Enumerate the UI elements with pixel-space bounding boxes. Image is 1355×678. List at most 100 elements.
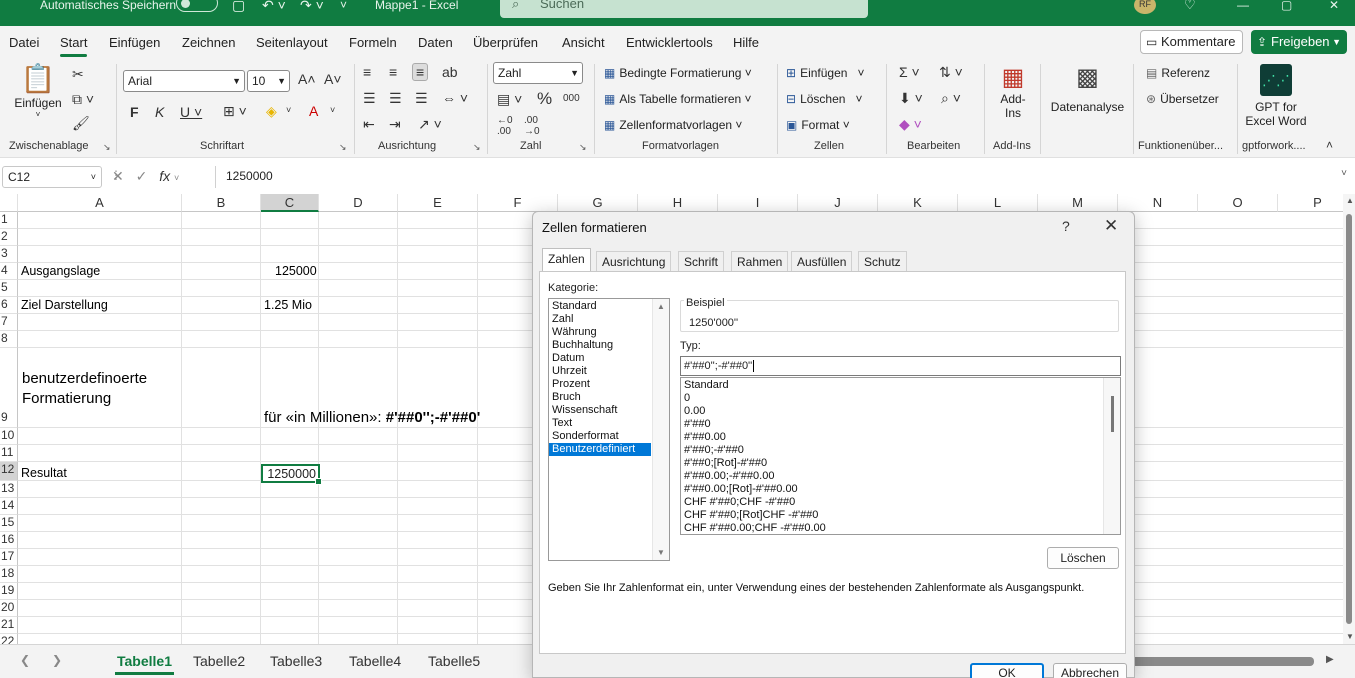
tab-ansicht[interactable]: Ansicht [562, 35, 605, 50]
underline-icon[interactable]: U ˅ [180, 104, 202, 120]
column-header-m[interactable]: M [1038, 194, 1118, 212]
list-item[interactable]: 0.00 [684, 405, 705, 418]
column-header-i[interactable]: I [718, 194, 798, 212]
help-icon[interactable]: ? [1062, 218, 1070, 234]
row-header[interactable]: 18 [0, 566, 18, 583]
italic-icon[interactable]: K [155, 104, 164, 120]
tab-hilfe[interactable]: Hilfe [733, 35, 759, 50]
row-header[interactable]: 5 [0, 280, 18, 297]
copy-icon[interactable]: ⧉ ˅ [72, 91, 94, 108]
find-icon[interactable]: ⌕ ˅ [941, 90, 961, 107]
list-item[interactable]: Text [549, 417, 651, 430]
active-cell-c12[interactable]: 1250000 [261, 464, 322, 485]
addins-button[interactable]: ▦ Add- Ins [996, 64, 1030, 120]
scroll-up-icon[interactable]: ▲ [657, 302, 665, 311]
row-header[interactable]: 21 [0, 617, 18, 634]
cancel-button[interactable]: Abbrechen [1053, 663, 1127, 678]
increase-decimal-icon[interactable]: ←0.00 [497, 115, 513, 137]
column-header-b[interactable]: B [182, 194, 261, 212]
clear-icon[interactable]: ◆ ˅ [899, 116, 922, 133]
function-icon[interactable]: fx [159, 168, 170, 184]
cell-a9-line2[interactable]: Formatierung [22, 390, 111, 407]
tab-formeln[interactable]: Formeln [349, 35, 397, 50]
tab-daten[interactable]: Daten [418, 35, 453, 50]
insert-cells-button[interactable]: ⊞ Einfügen ˅ [786, 66, 864, 80]
launcher-icon[interactable]: ↘ [103, 142, 111, 153]
cell-c9[interactable]: für «in Millionen»: #'##0'';-#'##0' [264, 409, 480, 426]
list-item[interactable]: Datum [549, 352, 651, 365]
tab-start[interactable]: Start [60, 35, 88, 57]
confirm-icon[interactable]: ✓ [136, 168, 148, 184]
category-list[interactable]: Standard Zahl Währung Buchhaltung Datum … [548, 298, 670, 561]
row-header[interactable]: 9 [0, 348, 18, 428]
lightbulb-icon[interactable]: ♡ [1184, 0, 1196, 11]
column-header-o[interactable]: O [1198, 194, 1278, 212]
cell-a6[interactable]: Ziel Darstellung [21, 298, 108, 312]
row-header[interactable]: 19 [0, 583, 18, 600]
list-item[interactable]: Uhrzeit [549, 365, 651, 378]
column-header-h[interactable]: H [638, 194, 718, 212]
decrease-decimal-icon[interactable]: .00 →0 [524, 115, 540, 137]
wrap-text-icon[interactable]: ab [442, 64, 458, 80]
sheet-tab-tabelle2[interactable]: Tabelle2 [193, 653, 245, 669]
cell-c6[interactable]: 1.25 Mio [264, 298, 312, 312]
column-header-n[interactable]: N [1118, 194, 1198, 212]
format-painter-icon[interactable]: 🖌 [72, 115, 90, 132]
dialog-tab-schutz[interactable]: Schutz [858, 251, 907, 272]
align-left-icon[interactable]: ☰ [363, 90, 376, 107]
row-header[interactable]: 16 [0, 532, 18, 549]
row-header[interactable]: 22 [0, 634, 18, 644]
name-box[interactable]: C12 ˅ [2, 166, 102, 188]
cell-a4[interactable]: Ausgangslage [21, 264, 100, 278]
row-header[interactable]: 14 [0, 498, 18, 515]
search-box[interactable]: ⌕ Suchen [500, 0, 868, 18]
dialog-tab-ausrichtung[interactable]: Ausrichtung [596, 251, 672, 272]
chevron-down-icon[interactable]: ˅ [286, 105, 291, 115]
sheet-tab-tabelle1[interactable]: Tabelle1 [115, 653, 174, 675]
list-item[interactable]: Buchhaltung [549, 339, 651, 352]
row-header[interactable]: 12 [0, 462, 18, 481]
chevron-down-icon[interactable]: ˅ [174, 173, 179, 183]
customize-toolbar-icon[interactable]: ˅ [340, 0, 347, 11]
vertical-scroll-thumb[interactable] [1346, 214, 1352, 624]
prev-sheet-icon[interactable]: ❮ [20, 653, 30, 667]
column-header-d[interactable]: D [319, 194, 398, 212]
launcher-icon[interactable]: ↘ [473, 142, 481, 153]
cut-icon[interactable]: ✂ [72, 66, 84, 83]
font-size-select[interactable]: 10 ▼ [247, 70, 290, 92]
cell-styles-button[interactable]: ▦ Zellenformatvorlagen ˅ [604, 118, 742, 132]
scroll-down-icon[interactable]: ▼ [657, 548, 665, 557]
type-list-scroll-thumb[interactable] [1111, 396, 1114, 432]
list-item[interactable]: CHF #'##0;[Rot]CHF -#'##0 [684, 509, 818, 522]
format-as-table-button[interactable]: ▦ Als Tabelle formatieren ˅ [604, 92, 752, 106]
row-header[interactable]: 4 [0, 263, 18, 280]
decrease-indent-icon[interactable]: ⇤ [363, 116, 375, 133]
list-item[interactable]: #'##0.00 [684, 431, 726, 444]
list-item[interactable]: #'##0.00;[Rot]-#'##0.00 [684, 483, 798, 496]
row-header[interactable]: 13 [0, 481, 18, 498]
comments-button[interactable]: ▭ Kommentare [1140, 30, 1243, 54]
conditional-formatting-button[interactable]: ▦ Bedingte Formatierung ˅ [604, 66, 752, 80]
tab-seitenlayout[interactable]: Seitenlayout [256, 35, 328, 50]
align-middle-icon[interactable]: ≡ [389, 64, 397, 80]
percent-icon[interactable]: % [537, 89, 552, 109]
column-header-e[interactable]: E [398, 194, 478, 212]
list-item-selected[interactable]: Benutzerdefiniert [549, 443, 651, 456]
share-button[interactable]: ⇪ Freigeben ▼ [1251, 30, 1347, 54]
restore-icon[interactable]: ▢ [1281, 0, 1292, 11]
font-name-select[interactable]: Arial ▼ [123, 70, 245, 92]
row-header[interactable]: 15 [0, 515, 18, 532]
bold-icon[interactable]: F [130, 104, 139, 120]
list-item[interactable]: Wissenschaft [549, 404, 651, 417]
list-item[interactable]: Sonderformat [549, 430, 651, 443]
type-list[interactable]: Standard 0 0.00 #'##0 #'##0.00 #'##0;-#'… [680, 377, 1121, 535]
scroll-up-icon[interactable]: ▲ [1346, 196, 1354, 205]
merge-center-icon[interactable]: ⇔ ˅ [442, 90, 468, 106]
list-item[interactable]: #'##0;-#'##0 [684, 444, 744, 457]
type-list-scrollbar[interactable] [1103, 378, 1120, 534]
autosum-icon[interactable]: Σ ˅ [899, 64, 920, 80]
fill-color-icon[interactable]: ◈ [266, 103, 277, 120]
cell-a9-line1[interactable]: benutzerdefinoerte [22, 370, 147, 387]
row-header[interactable]: 20 [0, 600, 18, 617]
increase-font-icon[interactable]: A˄ [298, 71, 316, 87]
